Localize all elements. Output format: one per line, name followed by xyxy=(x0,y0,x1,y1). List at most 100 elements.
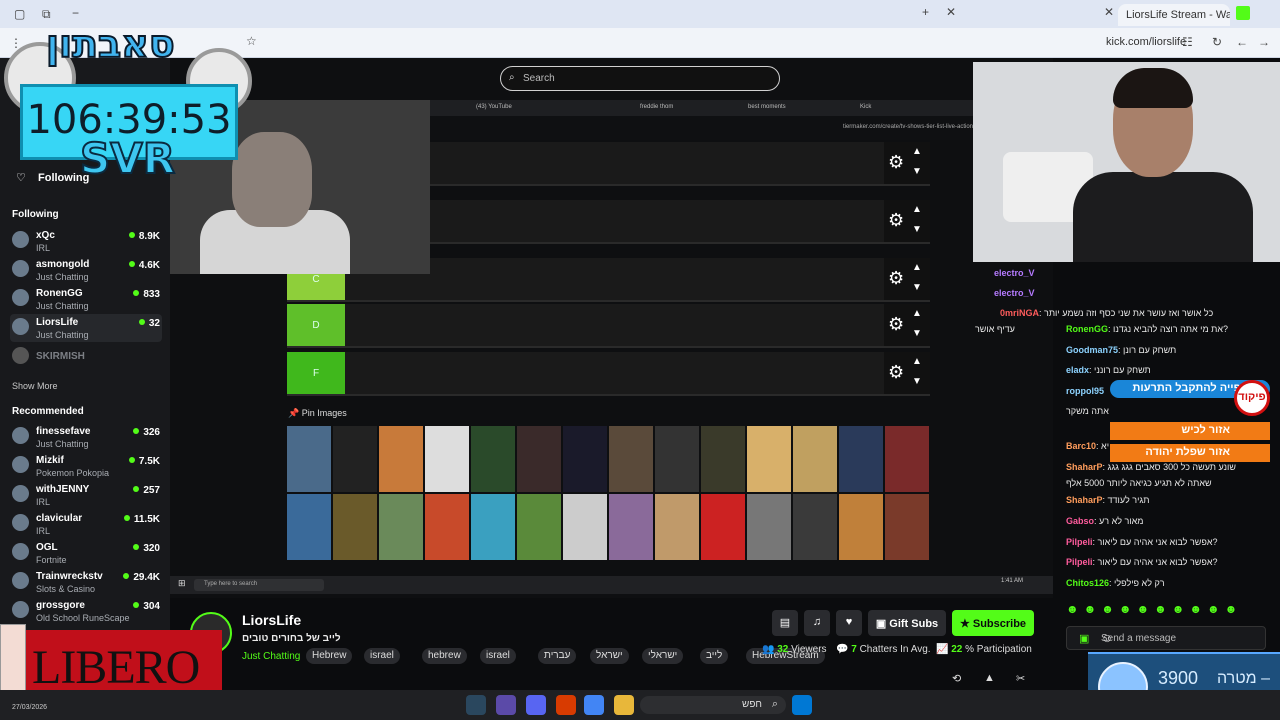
subscribe-button[interactable]: ★ Subscribe xyxy=(952,610,1034,636)
sidebar-item-xqc[interactable]: xQc IRL 8.9K xyxy=(10,227,162,255)
share-icon[interactable]: ⟲ xyxy=(952,672,961,685)
chat-username[interactable]: Pilpeli xyxy=(1066,557,1093,567)
stream-category[interactable]: Just Chatting xyxy=(242,651,300,662)
forward-icon[interactable]: → xyxy=(1258,35,1270,49)
tv-show-poster[interactable] xyxy=(793,426,837,492)
gear-icon[interactable]: ⚙ xyxy=(888,314,904,335)
chevron-up-icon[interactable]: ▲ xyxy=(912,308,922,319)
sidebar-item-ogl[interactable]: OGL Fortnite 320 xyxy=(10,539,162,567)
url-text[interactable]: kick.com/liorslife xyxy=(1106,36,1186,48)
tv-show-poster[interactable] xyxy=(609,494,653,560)
tv-show-poster[interactable] xyxy=(701,426,745,492)
tv-show-poster[interactable] xyxy=(747,426,791,492)
tv-show-poster[interactable] xyxy=(471,426,515,492)
gift-icon[interactable]: ▣ xyxy=(1079,632,1089,645)
tv-show-poster[interactable] xyxy=(655,426,699,492)
search-input[interactable]: ⌕ Search xyxy=(500,66,780,91)
sidebar-item-clavicular[interactable]: clavicular IRL 11.5K xyxy=(10,510,162,538)
stream-tag[interactable]: לייב xyxy=(700,648,729,664)
tv-show-poster[interactable] xyxy=(471,494,515,560)
tv-show-poster[interactable] xyxy=(517,494,561,560)
gear-icon[interactable]: ⚙ xyxy=(888,152,904,173)
chat-username[interactable]: 0mriNGA xyxy=(1000,308,1039,318)
chevron-up-icon[interactable]: ▲ xyxy=(912,146,922,157)
steam-icon[interactable] xyxy=(466,695,486,715)
chevron-down-icon[interactable]: ▼ xyxy=(912,376,922,387)
chat-username[interactable]: Pilpeli xyxy=(1066,537,1093,547)
stream-tag[interactable]: israel xyxy=(364,648,400,664)
gear-icon[interactable]: ⚙ xyxy=(888,268,904,289)
stream-tag[interactable]: ישראלי xyxy=(642,648,684,664)
more-icon[interactable]: ✂ xyxy=(1016,672,1025,685)
report-icon[interactable]: ▲ xyxy=(984,672,995,684)
folder-icon[interactable] xyxy=(614,695,634,715)
chat-username[interactable]: electro_V xyxy=(994,268,1035,278)
tv-show-poster[interactable] xyxy=(747,494,791,560)
star-icon[interactable]: ☆ xyxy=(246,34,257,48)
close-icon[interactable]: ✕ xyxy=(946,5,956,19)
stream-tag[interactable]: Hebrew xyxy=(306,648,353,664)
clip-button[interactable]: ▤ xyxy=(772,610,798,636)
chat-username[interactable]: eladx xyxy=(1066,365,1089,375)
tv-show-poster[interactable] xyxy=(885,426,929,492)
taskbar-search[interactable]: חפש ⌕ xyxy=(640,696,786,714)
chat-username[interactable]: Chitos126 xyxy=(1066,578,1109,588)
gear-icon[interactable]: ⚙ xyxy=(888,362,904,383)
sidebar-item-offline[interactable]: SKIRMISH xyxy=(10,343,162,371)
tab-active[interactable]: LiorsLife Stream - Watch Li xyxy=(1118,4,1230,26)
tv-show-poster[interactable] xyxy=(793,494,837,560)
tv-show-poster[interactable] xyxy=(287,494,331,560)
gift-subs-button[interactable]: ▣ Gift Subs xyxy=(868,610,946,636)
stream-tag[interactable]: ישראל xyxy=(590,648,629,664)
chevron-up-icon[interactable]: ▲ xyxy=(912,204,922,215)
tv-show-poster[interactable] xyxy=(425,494,469,560)
app-icon[interactable] xyxy=(556,695,576,715)
chat-username[interactable]: Barc10 xyxy=(1066,441,1096,451)
sidebar-item-grossgore[interactable]: grossgore Old School RuneScape 304 xyxy=(10,597,162,625)
discord-icon[interactable] xyxy=(526,695,546,715)
sidebar-item-ronengg[interactable]: RonenGG Just Chatting 833 xyxy=(10,285,162,313)
tv-show-poster[interactable] xyxy=(287,426,331,492)
windows-icon[interactable] xyxy=(792,695,812,715)
chat-username[interactable]: Gabso xyxy=(1066,516,1094,526)
chat-username[interactable]: RonenGG xyxy=(1066,324,1108,334)
emoji-icon[interactable]: ☺ xyxy=(1101,631,1257,645)
chevron-up-icon[interactable]: ▲ xyxy=(912,262,922,273)
chat-username[interactable]: roppol95 xyxy=(1066,386,1104,396)
minimize-icon[interactable]: − xyxy=(72,6,79,20)
notify-button[interactable]: ♫ xyxy=(804,610,830,636)
chevron-down-icon[interactable]: ▼ xyxy=(912,328,922,339)
tv-show-poster[interactable] xyxy=(839,426,883,492)
reload-icon[interactable]: ↻ xyxy=(1212,35,1222,49)
tab-icon[interactable]: ▢ xyxy=(14,7,25,21)
chevron-down-icon[interactable]: ▼ xyxy=(912,166,922,177)
chrome-icon[interactable] xyxy=(584,695,604,715)
tier-label[interactable]: D xyxy=(287,304,345,346)
tv-show-poster[interactable] xyxy=(655,494,699,560)
chevron-down-icon[interactable]: ▼ xyxy=(912,282,922,293)
kick-logo-icon[interactable] xyxy=(1236,6,1250,20)
stream-tag[interactable]: israel xyxy=(480,648,516,664)
tv-show-poster[interactable] xyxy=(379,494,423,560)
streamer-name[interactable]: LiorsLife xyxy=(242,612,301,628)
sidebar-item-withjenny[interactable]: withJENNY IRL 257 xyxy=(10,481,162,509)
tv-show-poster[interactable] xyxy=(563,426,607,492)
tv-show-poster[interactable] xyxy=(701,494,745,560)
back-icon[interactable]: ← xyxy=(1236,35,1248,49)
app-icon[interactable] xyxy=(496,695,516,715)
sidebar-item-trainwreckstv[interactable]: Trainwreckstv Slots & Casino 29.4K xyxy=(10,568,162,596)
sidebar-item-asmongold[interactable]: asmongold Just Chatting 4.6K xyxy=(10,256,162,284)
tv-show-poster[interactable] xyxy=(379,426,423,492)
close-tab-icon[interactable]: ✕ xyxy=(1104,5,1114,19)
tv-show-poster[interactable] xyxy=(563,494,607,560)
emote-bar[interactable]: ☻☻☻☻☻☻☻☻☻☻ xyxy=(1066,602,1266,618)
chat-username[interactable]: Goodman75 xyxy=(1066,345,1118,355)
tv-show-poster[interactable] xyxy=(333,494,377,560)
chat-username[interactable]: electro_V xyxy=(994,288,1035,298)
show-more-link[interactable]: Show More xyxy=(12,381,58,391)
tv-show-poster[interactable] xyxy=(333,426,377,492)
tv-show-poster[interactable] xyxy=(517,426,561,492)
sidebar-item-finessefave[interactable]: finessefave Just Chatting 326 xyxy=(10,423,162,451)
tune-icon[interactable]: ☷ xyxy=(1182,35,1193,49)
chat-username[interactable]: ShaharP xyxy=(1066,495,1103,505)
